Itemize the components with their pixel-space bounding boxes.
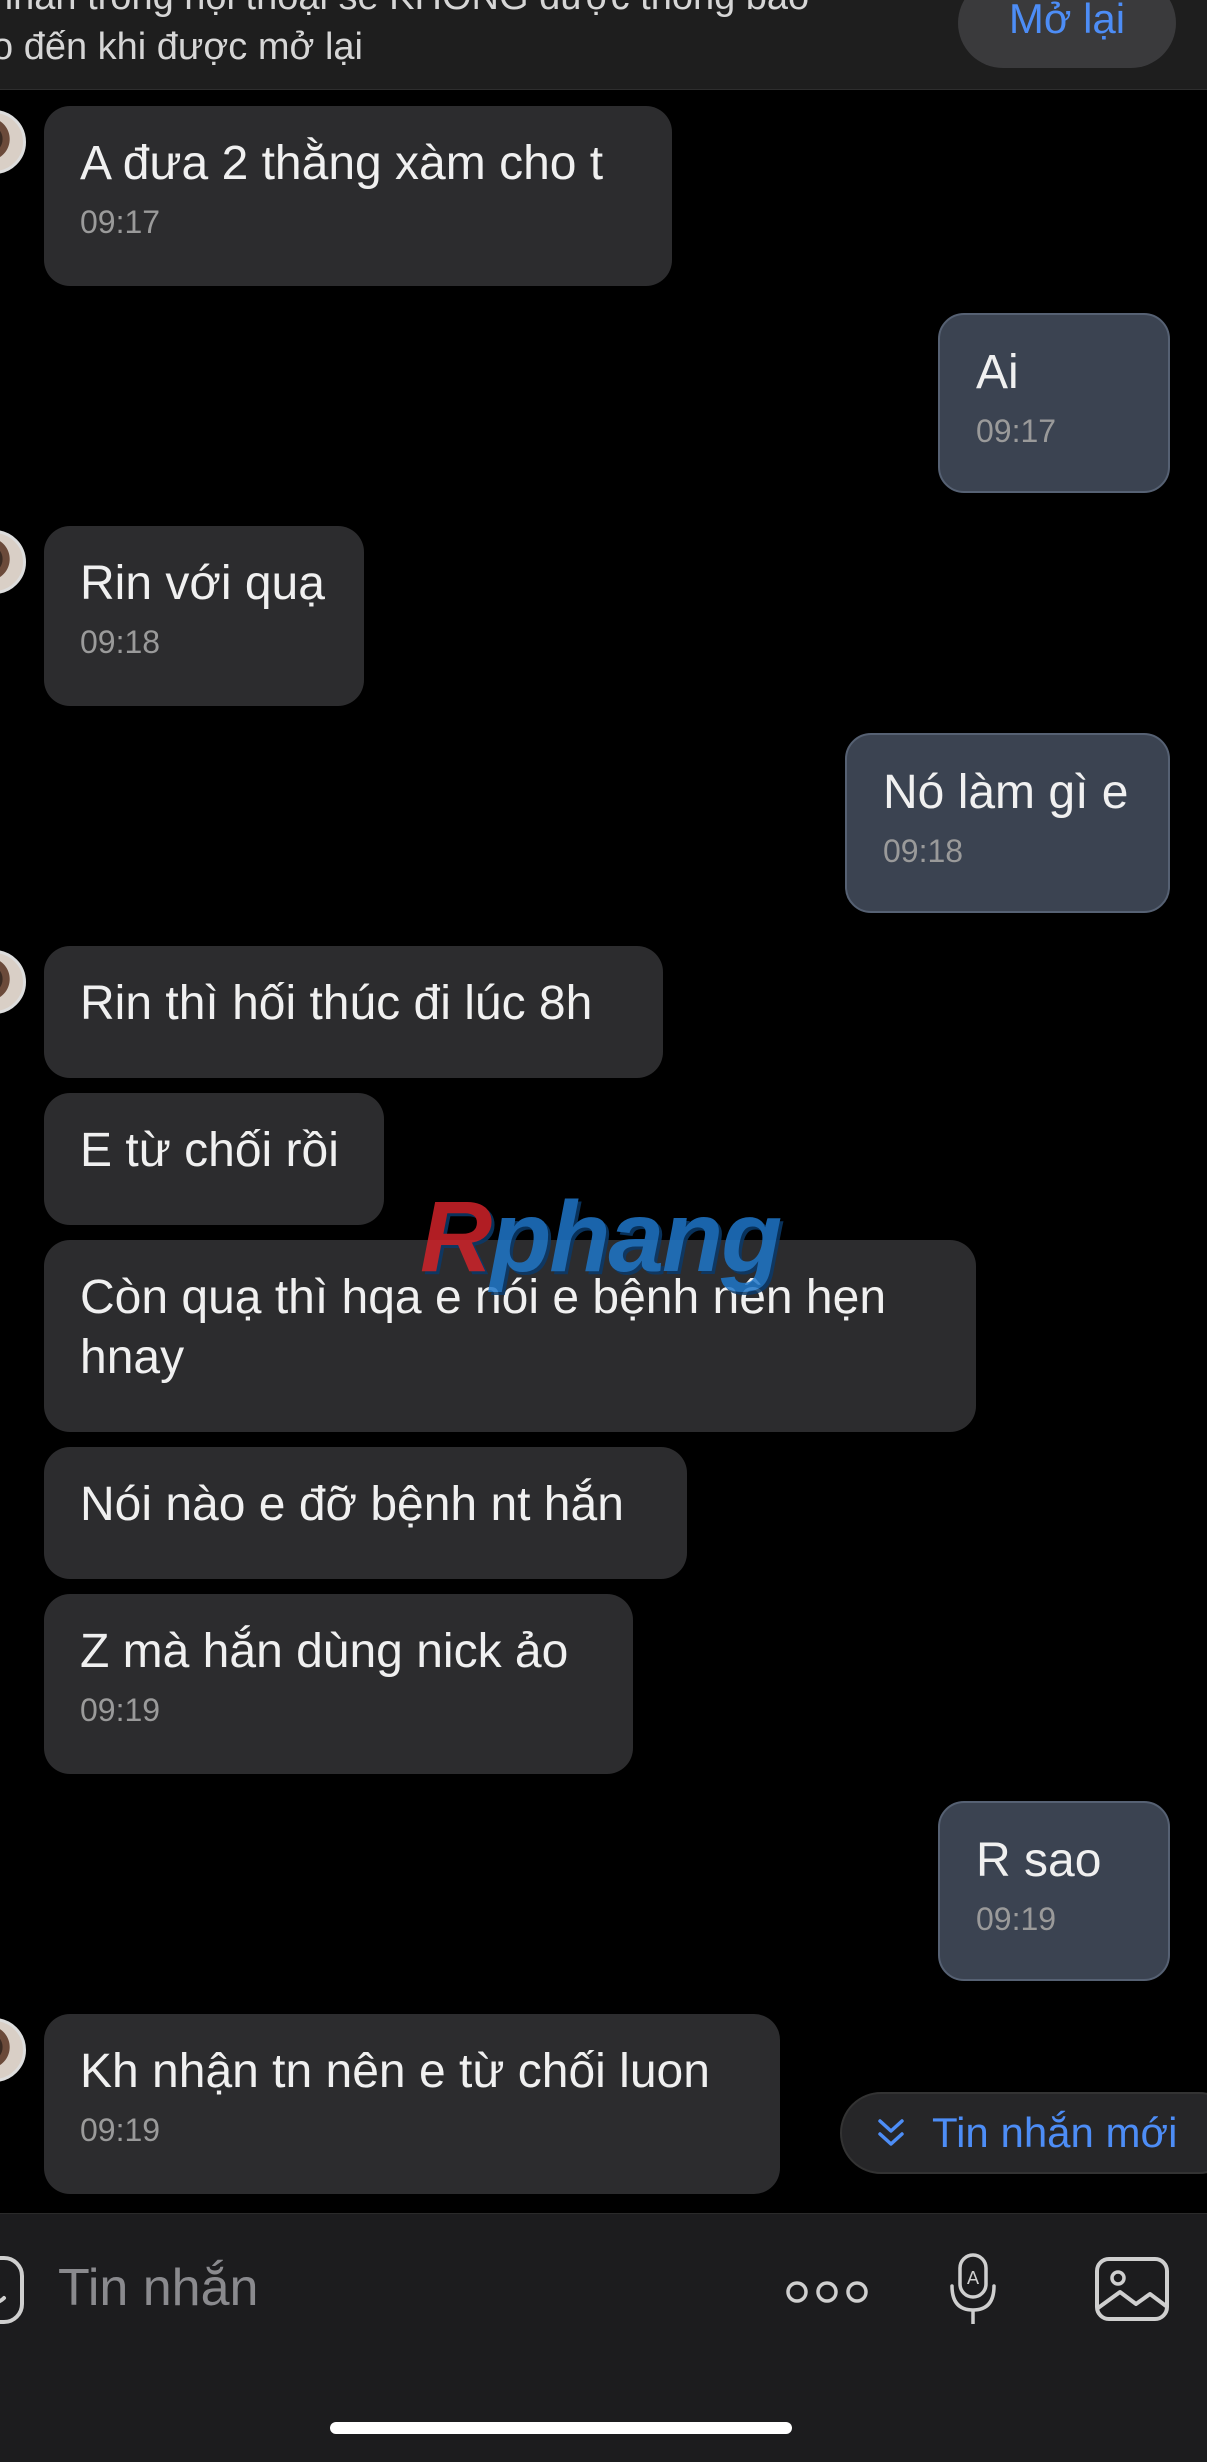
contact-avatar[interactable] [0,110,26,174]
new-messages-button[interactable]: Tin nhắn mới [840,2092,1207,2174]
message-text: Nó làm gì e [883,766,1129,819]
message-text: R sao [976,1834,1102,1887]
message-bubble-incoming[interactable]: Z mà hắn dùng nick ảo 09:19 [44,1594,633,1774]
image-icon[interactable] [1094,2256,1170,2322]
message-text: Kh nhận tn nên e từ chối luon [80,2045,710,2098]
contact-avatar[interactable] [0,530,26,594]
reopen-button[interactable]: Mở lại [958,0,1176,68]
message-time: 09:19 [976,1901,1057,1937]
svg-text:A: A [967,2268,980,2289]
message-input[interactable]: Tin nhắn [58,2258,258,2318]
message-time: 09:19 [80,2112,161,2148]
banner-text-line-2: o đến khi được mở lại [0,26,363,68]
message-text: E từ chối rồi [80,1124,339,1177]
message-bubble-outgoing[interactable]: Ai 09:17 [938,313,1170,493]
message-text: Rin thì hối thúc đi lúc 8h [80,977,593,1030]
message-bubble-outgoing[interactable]: R sao 09:19 [938,1801,1170,1981]
message-bubble-incoming[interactable]: Kh nhận tn nên e từ chối luon 09:19 [44,2014,780,2194]
double-chevron-down-icon [878,2119,904,2146]
voice-to-text-mic-icon[interactable]: A [948,2252,998,2328]
message-bubble-incoming[interactable]: Nói nào e đỡ bệnh nt hắn [44,1447,687,1579]
message-bubble-incoming[interactable]: E từ chối rồi [44,1093,384,1225]
reopen-button-label: Mở lại [1008,0,1126,42]
message-text: Nói nào e đỡ bệnh nt hắn [80,1478,624,1531]
message-text: A đưa 2 thằng xàm cho t [80,137,604,190]
message-time: 09:17 [80,204,161,240]
message-bubble-incoming[interactable]: Rin thì hối thúc đi lúc 8h [44,946,663,1078]
home-indicator[interactable] [330,2422,792,2434]
new-messages-label: Tin nhắn mới [932,2109,1178,2156]
message-bubble-incoming[interactable]: A đưa 2 thằng xàm cho t 09:17 [44,106,672,286]
message-text: Ai [976,346,1019,399]
sticker-icon[interactable] [0,2254,24,2326]
message-text: Z mà hắn dùng nick ảo [80,1625,569,1678]
watermark-logo: Rphang [420,1181,782,1293]
contact-avatar[interactable] [0,2018,26,2082]
muted-conversation-banner: nhắn trong hội thoại sẽ KHÔNG được thông… [0,0,1207,90]
message-bubble-outgoing[interactable]: Nó làm gì e 09:18 [845,733,1170,913]
message-time: 09:18 [80,624,161,660]
more-icon[interactable] [786,2278,868,2306]
contact-avatar[interactable] [0,950,26,1014]
message-time: 09:17 [976,413,1057,449]
message-time: 09:19 [80,1692,161,1728]
banner-text-line-1: nhắn trong hội thoại sẽ KHÔNG được thông… [0,0,809,19]
message-text: Rin với quạ [80,557,325,610]
message-bubble-incoming[interactable]: Rin với quạ 09:18 [44,526,364,706]
message-time: 09:18 [883,833,964,869]
